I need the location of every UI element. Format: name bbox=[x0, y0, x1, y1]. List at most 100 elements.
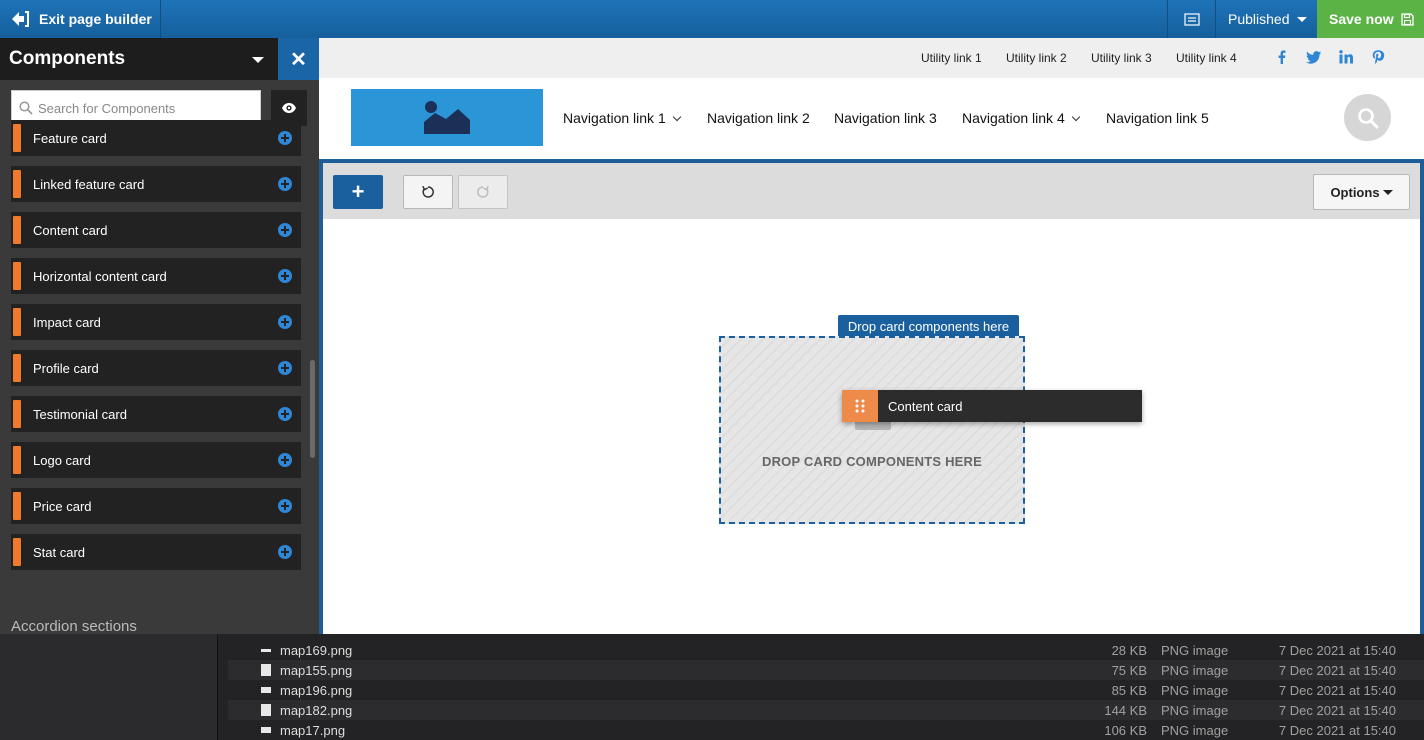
panel-scrollbar[interactable] bbox=[310, 360, 315, 458]
accordion-sections-heading[interactable]: Accordion sections bbox=[11, 618, 137, 634]
drag-handle[interactable] bbox=[13, 170, 21, 198]
file-kind: PNG image bbox=[1161, 683, 1229, 698]
file-name: map17.png bbox=[280, 723, 346, 738]
file-date: 7 Dec 2021 at 15:40 bbox=[1278, 663, 1396, 678]
component-item-feature-card[interactable]: Feature card bbox=[11, 120, 301, 156]
component-item-stat-card[interactable]: Stat card bbox=[11, 534, 301, 570]
utility-bar: Utility link 1 Utility link 2 Utility li… bbox=[319, 38, 1424, 78]
add-circle-icon[interactable] bbox=[278, 361, 292, 375]
drag-handle[interactable] bbox=[13, 400, 21, 428]
plus-icon: + bbox=[351, 179, 365, 204]
utility-link-4[interactable]: Utility link 4 bbox=[1176, 51, 1237, 65]
component-label: Price card bbox=[33, 498, 92, 514]
close-panel-button[interactable]: ✕ bbox=[278, 38, 319, 80]
drag-grip-icon[interactable] bbox=[842, 390, 878, 422]
add-circle-icon[interactable] bbox=[278, 407, 292, 421]
file-row[interactable]: map169.png 28 KB PNG image 7 Dec 2021 at… bbox=[228, 640, 1424, 660]
component-label: Testimonial card bbox=[33, 406, 127, 422]
site-search-button[interactable] bbox=[1344, 94, 1391, 141]
close-icon: ✕ bbox=[290, 48, 307, 71]
add-component-button[interactable]: + bbox=[333, 175, 383, 209]
card-drop-zone[interactable]: DROP CARD COMPONENTS HERE bbox=[719, 336, 1025, 524]
utility-link-1[interactable]: Utility link 1 bbox=[921, 51, 982, 65]
file-name: map169.png bbox=[280, 643, 353, 658]
status-label: Published bbox=[1228, 11, 1290, 27]
options-label: Options bbox=[1330, 184, 1380, 200]
undo-icon bbox=[422, 185, 434, 198]
options-dropdown-button[interactable]: Options bbox=[1313, 174, 1410, 210]
drag-handle[interactable] bbox=[13, 308, 21, 336]
undo-button[interactable] bbox=[403, 175, 453, 209]
component-item-profile-card[interactable]: Profile card bbox=[11, 350, 301, 386]
search-input[interactable] bbox=[38, 100, 253, 116]
file-size: 28 KB bbox=[1111, 643, 1147, 658]
file-row[interactable]: map155.png 75 KB PNG image 7 Dec 2021 at… bbox=[228, 660, 1424, 680]
file-row[interactable]: map17.png 106 KB PNG image 7 Dec 2021 at… bbox=[228, 720, 1424, 740]
file-name: map155.png bbox=[280, 663, 353, 678]
component-item-logo-card[interactable]: Logo card bbox=[11, 442, 301, 478]
component-label: Feature card bbox=[33, 130, 107, 146]
file-date: 7 Dec 2021 at 15:40 bbox=[1278, 643, 1396, 658]
component-item-horizontal-content-card[interactable]: Horizontal content card bbox=[11, 258, 301, 294]
nav-link-2[interactable]: Navigation link 2 bbox=[707, 110, 810, 126]
nav-link-label: Navigation link 1 bbox=[563, 110, 666, 126]
linkedin-icon[interactable] bbox=[1338, 49, 1354, 65]
add-circle-icon[interactable] bbox=[278, 545, 292, 559]
file-name: map182.png bbox=[280, 703, 353, 718]
utility-link-3[interactable]: Utility link 3 bbox=[1091, 51, 1152, 65]
add-circle-icon[interactable] bbox=[278, 131, 292, 145]
drag-handle[interactable] bbox=[13, 446, 21, 474]
component-item-testimonial-card[interactable]: Testimonial card bbox=[11, 396, 301, 432]
publish-status-dropdown[interactable]: Published bbox=[1215, 0, 1317, 38]
panel-header: Components ✕ bbox=[0, 38, 319, 80]
file-kind: PNG image bbox=[1161, 643, 1229, 658]
file-row[interactable]: map196.png 85 KB PNG image 7 Dec 2021 at… bbox=[228, 680, 1424, 700]
save-now-button[interactable]: Save now bbox=[1317, 0, 1424, 38]
component-item-content-card[interactable]: Content card bbox=[11, 212, 301, 248]
component-item-linked-feature-card[interactable]: Linked feature card bbox=[11, 166, 301, 202]
layout-toggle-button[interactable] bbox=[1167, 0, 1215, 38]
save-label: Save now bbox=[1329, 11, 1394, 27]
dragging-component[interactable]: Content card bbox=[842, 390, 1142, 422]
drag-handle[interactable] bbox=[13, 124, 21, 152]
twitter-icon[interactable] bbox=[1306, 49, 1322, 65]
caret-down-icon bbox=[1296, 16, 1307, 22]
panel-collapse-caret-icon[interactable] bbox=[252, 57, 264, 63]
background-file-list: map169.png 28 KB PNG image 7 Dec 2021 at… bbox=[0, 634, 1424, 740]
nav-link-4[interactable]: Navigation link 4 bbox=[962, 110, 1080, 126]
caret-down-icon bbox=[1382, 189, 1393, 195]
builder-section: + Options Drop card components here DROP… bbox=[319, 159, 1424, 634]
add-circle-icon[interactable] bbox=[278, 223, 292, 237]
drag-handle[interactable] bbox=[13, 216, 21, 244]
component-item-price-card[interactable]: Price card bbox=[11, 488, 301, 524]
redo-button[interactable] bbox=[458, 175, 508, 209]
add-circle-icon[interactable] bbox=[278, 315, 292, 329]
drag-handle[interactable] bbox=[13, 354, 21, 382]
nav-link-5[interactable]: Navigation link 5 bbox=[1106, 110, 1209, 126]
facebook-icon[interactable] bbox=[1274, 49, 1290, 65]
file-size: 75 KB bbox=[1111, 663, 1147, 678]
pinterest-icon[interactable] bbox=[1370, 49, 1386, 65]
exit-page-builder-button[interactable]: Exit page builder bbox=[0, 0, 161, 38]
drag-handle[interactable] bbox=[13, 538, 21, 566]
file-icon bbox=[261, 664, 271, 676]
component-item-impact-card[interactable]: Impact card bbox=[11, 304, 301, 340]
search-icon bbox=[1357, 107, 1378, 128]
add-circle-icon[interactable] bbox=[278, 269, 292, 283]
site-logo-placeholder[interactable] bbox=[351, 89, 543, 146]
file-kind: PNG image bbox=[1161, 723, 1229, 738]
file-row[interactable]: map182.png 144 KB PNG image 7 Dec 2021 a… bbox=[228, 700, 1424, 720]
layout-icon bbox=[1183, 12, 1200, 26]
nav-link-1[interactable]: Navigation link 1 bbox=[563, 110, 681, 126]
add-circle-icon[interactable] bbox=[278, 453, 292, 467]
file-kind: PNG image bbox=[1161, 663, 1229, 678]
drag-handle[interactable] bbox=[13, 492, 21, 520]
component-list: Feature card Linked feature card Content… bbox=[11, 120, 301, 580]
chevron-down-icon bbox=[1071, 112, 1080, 122]
utility-link-2[interactable]: Utility link 2 bbox=[1006, 51, 1067, 65]
drag-handle[interactable] bbox=[13, 262, 21, 290]
component-label: Horizontal content card bbox=[33, 268, 167, 284]
nav-link-3[interactable]: Navigation link 3 bbox=[834, 110, 937, 126]
add-circle-icon[interactable] bbox=[278, 499, 292, 513]
add-circle-icon[interactable] bbox=[278, 177, 292, 191]
